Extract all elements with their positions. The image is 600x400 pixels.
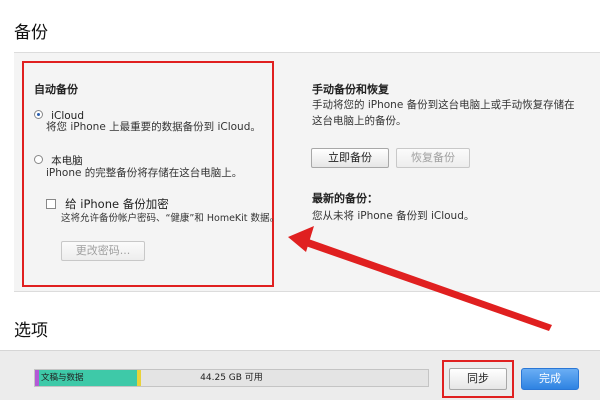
latest-backup-heading: 最新的备份： [312, 192, 378, 205]
backup-settings-page: 备份 自动备份 iCloud 将您 iPhone 上最重要的数据备份到 iClo… [0, 0, 600, 400]
manual-backup-desc-line2: 这台电脑上的备份。 [312, 115, 407, 127]
options-section-title: 选项 [14, 321, 48, 341]
manual-backup-desc-line1: 手动将您的 iPhone 备份到这台电脑上或手动恢复存储在 [312, 99, 575, 111]
computer-radio[interactable] [34, 155, 43, 164]
encrypt-checkbox[interactable] [46, 198, 56, 209]
encrypt-description: 这将允许备份帐户密码、“健康”和 HomeKit 数据。 [61, 213, 280, 224]
backup-panel: 自动备份 iCloud 将您 iPhone 上最重要的数据备份到 iCloud。… [14, 52, 600, 292]
icloud-radio[interactable] [34, 110, 43, 119]
restore-backup-button[interactable]: 恢复备份 [396, 148, 470, 168]
change-password-button[interactable]: 更改密码... [61, 241, 145, 261]
auto-backup-group: 自动备份 iCloud 将您 iPhone 上最重要的数据备份到 iCloud。… [22, 61, 279, 287]
done-button[interactable]: 完成 [521, 368, 579, 390]
storage-label-free: 44.25 GB 可用 [200, 373, 263, 383]
auto-backup-heading: 自动备份 [34, 83, 78, 96]
encrypt-label: 给 iPhone 备份加密 [65, 197, 169, 211]
manual-backup-heading: 手动备份和恢复 [312, 83, 389, 96]
computer-description: iPhone 的完整备份将存储在这台电脑上。 [46, 167, 243, 179]
sync-button[interactable]: 同步 [449, 368, 507, 390]
backup-section-title: 备份 [14, 23, 48, 43]
encrypt-option[interactable]: 给 iPhone 备份加密 [46, 193, 169, 212]
icloud-description: 将您 iPhone 上最重要的数据备份到 iCloud。 [46, 121, 261, 133]
backup-now-button[interactable]: 立即备份 [311, 148, 389, 168]
storage-bar: 文稿与数据 44.25 GB 可用 [34, 369, 429, 387]
latest-backup-desc: 您从未将 iPhone 备份到 iCloud。 [312, 210, 475, 222]
